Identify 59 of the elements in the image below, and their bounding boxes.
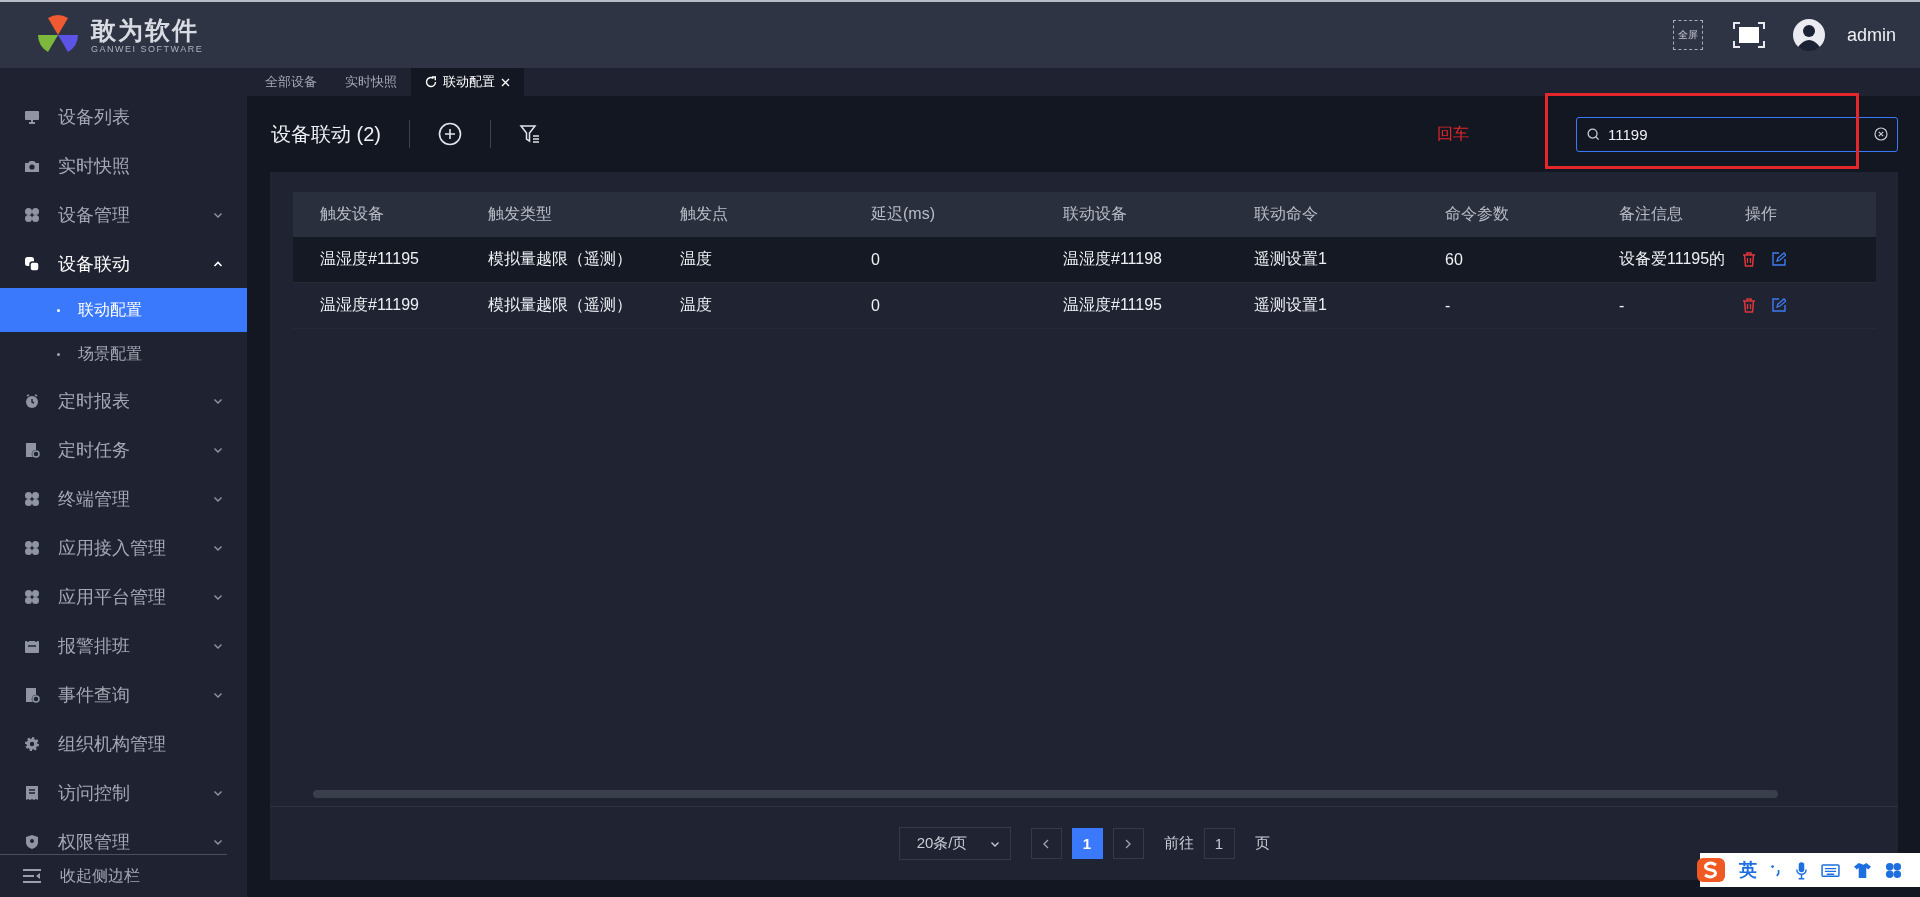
menu-item[interactable]: 定时任务: [0, 425, 247, 474]
annotation-text: 回车: [1437, 123, 1469, 144]
column-header: 触发类型: [487, 204, 553, 224]
page-button[interactable]: 1: [1071, 828, 1103, 859]
column-header: 延迟(ms): [870, 204, 936, 224]
fullscreen-button[interactable]: 全屏: [1672, 20, 1703, 50]
table-cell: -: [1619, 296, 1625, 314]
table-cell: 0: [871, 250, 880, 268]
submenu-item[interactable]: 联动配置: [0, 288, 247, 332]
menu-item[interactable]: 组织机构管理: [0, 719, 247, 768]
page-input[interactable]: 1: [1203, 828, 1235, 859]
column-header: 操作: [1744, 204, 1778, 224]
tab[interactable]: 全部设备: [251, 68, 331, 96]
goto-label: 前往: [1163, 834, 1194, 853]
column-header: 触发点: [679, 204, 729, 224]
submenu-item[interactable]: 场景配置: [0, 332, 247, 376]
table-cell: 温湿度#11195: [320, 250, 419, 267]
menu-item[interactable]: 权限管理: [0, 817, 247, 854]
user-name[interactable]: admin: [1846, 24, 1896, 46]
table-row[interactable]: 温湿度#11195 模拟量越限（遥测） 温度 0 温湿度#11198 遥测设置1 60 设备爱11195的: [293, 237, 1876, 283]
menu-item[interactable]: 访问控制: [0, 768, 247, 817]
menu-item[interactable]: 应用平台管理: [0, 572, 247, 621]
menu-item[interactable]: 报警排班: [0, 621, 247, 670]
table-cell: 模拟量越限（遥测）: [488, 296, 632, 313]
logo-subtitle: GANWEI SOFTWARE: [91, 43, 204, 55]
menu-item[interactable]: 实时快照: [0, 141, 247, 190]
table-cell: 0: [871, 296, 880, 314]
ime-mode[interactable]: 英: [1739, 858, 1757, 882]
menu-item[interactable]: 设备管理: [0, 190, 247, 239]
table-cell: 设备爱11195的: [1619, 250, 1726, 267]
table-cell: 温湿度#11199: [320, 296, 419, 313]
menu-item[interactable]: 事件查询: [0, 670, 247, 719]
logo-title: 敢为软件: [91, 15, 200, 44]
table-cell: 温湿度#11198: [1063, 250, 1162, 267]
collapse-sidebar-link[interactable]: 收起侧边栏: [60, 865, 140, 887]
tab[interactable]: 联动配置: [411, 68, 524, 96]
menu-item[interactable]: 设备列表: [0, 92, 247, 141]
menu-item[interactable]: 应用接入管理: [0, 523, 247, 572]
table-cell: 遥测设置1: [1254, 296, 1327, 313]
page-size-select[interactable]: 20条/页: [898, 827, 1011, 860]
table-cell: 温湿度#11195: [1063, 296, 1162, 313]
table-cell: -: [1445, 296, 1451, 314]
column-header: 命令参数: [1444, 204, 1510, 224]
tab[interactable]: 实时快照: [331, 68, 411, 96]
menu-item[interactable]: 设备联动: [0, 239, 247, 288]
menu-item[interactable]: 定时报表: [0, 376, 247, 425]
search-field[interactable]: 11199: [1576, 116, 1898, 152]
table-cell: 温度: [680, 296, 712, 313]
page-suffix: 页: [1254, 834, 1270, 853]
table-cell: 遥测设置1: [1254, 250, 1327, 267]
table-cell: 模拟量越限（遥测）: [488, 250, 632, 267]
menu-item[interactable]: 终端管理: [0, 474, 247, 523]
column-header: 触发设备: [319, 204, 385, 224]
column-header: 联动命令: [1253, 204, 1319, 224]
table-cell: 温度: [680, 250, 712, 267]
table-cell: 60: [1445, 250, 1463, 268]
column-header: 备注信息: [1618, 204, 1684, 224]
column-header: 联动设备: [1062, 204, 1128, 224]
page-title: 设备联动 (2): [271, 121, 381, 147]
